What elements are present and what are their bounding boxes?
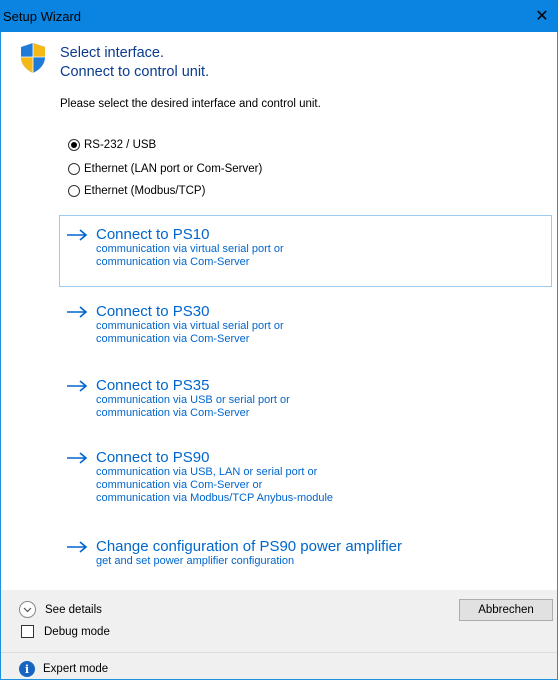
radio-label: Ethernet (Modbus/TCP) bbox=[84, 185, 206, 197]
expert-mode-link[interactable]: i Expert mode bbox=[19, 661, 108, 677]
command-link-ps90[interactable]: Connect to PS90 communication via USB, L… bbox=[59, 438, 552, 518]
arrow-right-icon bbox=[67, 228, 88, 241]
arrow-right-icon bbox=[67, 305, 88, 318]
see-details-toggle[interactable]: See details bbox=[19, 601, 102, 618]
chevron-down-icon[interactable] bbox=[19, 601, 36, 618]
radio-ethernet-lan[interactable]: Ethernet (LAN port or Com-Server) bbox=[68, 161, 262, 177]
cancel-button[interactable]: Abbrechen bbox=[459, 599, 553, 621]
radio-label: Ethernet (LAN port or Com-Server) bbox=[84, 163, 263, 175]
radio-ethernet-modbus[interactable]: Ethernet (Modbus/TCP) bbox=[68, 183, 205, 199]
instruction-line-2: Connect to control unit. bbox=[60, 64, 210, 80]
command-link-ps35[interactable]: Connect to PS35 communication via USB or… bbox=[59, 366, 552, 432]
command-description: communication via virtual serial port or… bbox=[96, 320, 284, 345]
radio-button[interactable] bbox=[68, 185, 80, 197]
debug-mode-label: Debug mode bbox=[44, 625, 110, 638]
command-description: communication via USB or serial port or … bbox=[96, 394, 290, 419]
main-instruction: Select interface. Connect to control uni… bbox=[60, 44, 209, 82]
uac-shield-icon bbox=[21, 43, 45, 73]
info-icon: i bbox=[19, 661, 35, 677]
command-title: Connect to PS10 bbox=[96, 226, 210, 243]
close-icon: ✕ bbox=[535, 8, 549, 25]
see-details-label: See details bbox=[45, 603, 102, 616]
instruction-line-1: Select interface. bbox=[60, 45, 164, 61]
command-link-ps10[interactable]: Connect to PS10 communication via virtua… bbox=[59, 215, 552, 287]
footer-divider bbox=[1, 652, 557, 653]
window-title: Setup Wizard bbox=[3, 9, 82, 24]
command-description: communication via virtual serial port or… bbox=[96, 243, 284, 268]
checkbox[interactable] bbox=[21, 625, 34, 638]
command-title: Change configuration of PS90 power ampli… bbox=[96, 538, 403, 555]
radio-button-checked[interactable] bbox=[68, 139, 80, 151]
arrow-right-icon bbox=[67, 379, 88, 392]
arrow-right-icon bbox=[67, 540, 88, 553]
command-description: get and set power amplifier configuratio… bbox=[96, 555, 295, 567]
interface-prompt: Please select the desired interface and … bbox=[60, 98, 321, 110]
command-description: communication via USB, LAN or serial por… bbox=[96, 466, 334, 504]
radio-button[interactable] bbox=[68, 163, 80, 175]
command-title: Connect to PS90 bbox=[96, 449, 210, 466]
command-link-ps90-config[interactable]: Change configuration of PS90 power ampli… bbox=[59, 527, 552, 577]
arrow-right-icon bbox=[67, 451, 88, 464]
command-title: Connect to PS30 bbox=[96, 303, 210, 320]
radio-label: RS-232 / USB bbox=[84, 139, 157, 151]
close-button[interactable]: ✕ bbox=[530, 4, 554, 28]
expert-mode-label: Expert mode bbox=[43, 663, 109, 675]
radio-rs232-usb[interactable]: RS-232 / USB bbox=[68, 137, 156, 153]
debug-mode-checkbox[interactable]: Debug mode bbox=[21, 625, 110, 638]
title-bar[interactable]: Setup Wizard ✕ bbox=[0, 0, 558, 32]
command-link-ps30[interactable]: Connect to PS30 communication via virtua… bbox=[59, 292, 552, 358]
command-title: Connect to PS35 bbox=[96, 377, 210, 394]
